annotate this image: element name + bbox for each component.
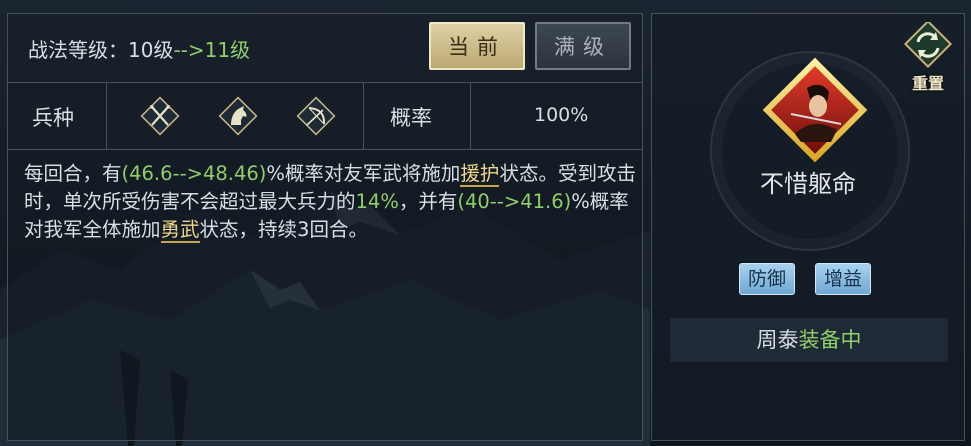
level-arrow-text: --> <box>173 38 205 62</box>
equipped-status-text: 装备中 <box>798 328 862 352</box>
status-keyword-link[interactable]: 勇武 <box>160 218 200 243</box>
desc-text: ，并有 <box>398 190 458 213</box>
skill-detail-panel: 战法等级：10级-->11级 当前 满级 兵种 概率 100% 每回合，有(46… <box>7 13 643 441</box>
desc-value: (40-->41.6) <box>457 190 572 213</box>
spear-cavalry-icon <box>140 96 180 136</box>
desc-value: (46.6-->48.46) <box>121 162 267 185</box>
desc-value: 14% <box>355 190 399 213</box>
divider <box>470 83 471 149</box>
max-level-tab[interactable]: 满级 <box>535 22 631 70</box>
desc-text: 每回合，有 <box>24 162 122 185</box>
probability-value: 100% <box>534 104 589 126</box>
skill-level-label: 战法等级：10级-->11级 <box>28 34 250 63</box>
troop-type-label: 兵种 <box>32 106 74 130</box>
skill-description: 每回合，有(46.6-->48.46)%概率对友军武将施加援护状态。受到攻击时，… <box>24 160 644 244</box>
horse-icon <box>218 96 258 136</box>
reset-label: 重置 <box>911 74 944 93</box>
refresh-icon <box>903 19 953 69</box>
tag-defense: 防御 <box>739 263 796 295</box>
desc-text: %概率对友军武将施加 <box>266 162 461 185</box>
status-keyword-link[interactable]: 援护 <box>460 162 500 187</box>
current-level-tab[interactable]: 当前 <box>429 22 525 70</box>
desc-text: 状态，持续3回合。 <box>199 218 368 241</box>
level-next-text: 11级 <box>204 38 251 62</box>
skill-name: 不惜躯命 <box>760 170 856 198</box>
reset-button[interactable]: 重置 <box>896 19 960 93</box>
level-current-text: 战法等级：10级 <box>28 38 174 62</box>
level-row: 战法等级：10级-->11级 当前 满级 <box>8 14 642 83</box>
troop-row: 兵种 概率 100% <box>8 83 642 150</box>
tag-buff: 增益 <box>815 263 872 295</box>
divider <box>106 83 107 149</box>
bow-icon <box>296 96 336 136</box>
probability-label: 概率 <box>390 106 432 130</box>
equipped-general-name: 周泰 <box>756 328 799 352</box>
equipped-status-bar: 周泰装备中 <box>670 318 948 362</box>
skill-portrait-icon <box>762 57 868 163</box>
skill-card-panel: 重置 不惜躯命 防御 增益 周泰装备中 <box>651 13 965 441</box>
divider <box>363 83 364 149</box>
